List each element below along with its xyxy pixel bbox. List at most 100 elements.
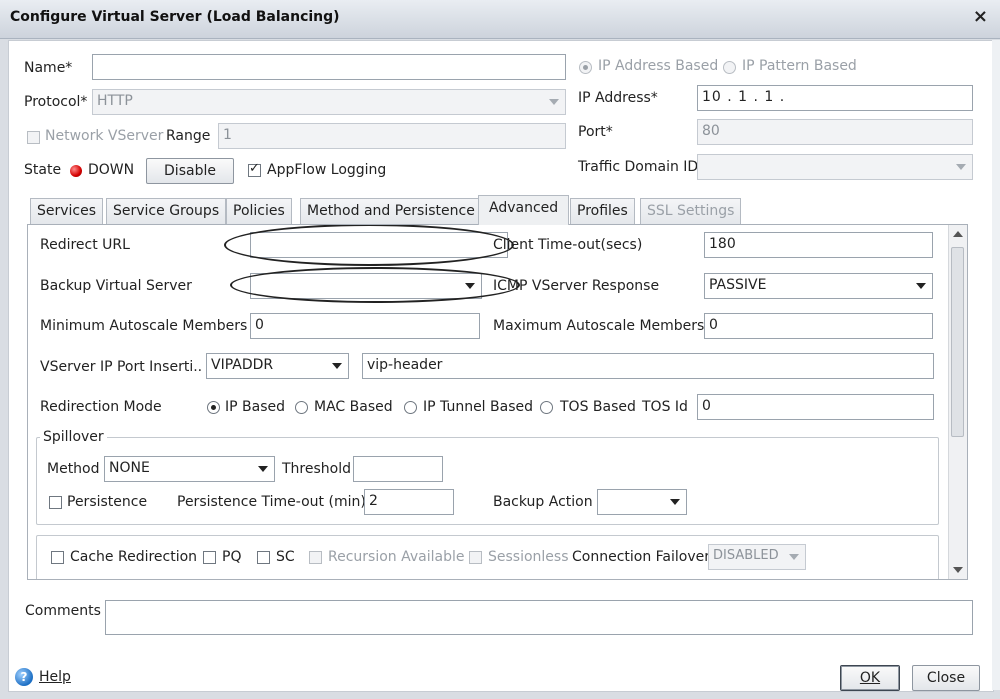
mode-ip-tunnel-based-radio[interactable] [404,401,417,414]
chevron-down-icon [332,363,342,369]
spillover-legend: Spillover [40,429,107,445]
ip-address-label: IP Address* [578,90,658,106]
chevron-down-icon [789,554,799,560]
tab-services[interactable]: Services [30,198,104,224]
configure-vserver-dialog: Configure Virtual Server (Load Balancing… [0,0,1000,699]
background-edge [992,40,1000,690]
panel-scrollbar[interactable] [948,225,967,579]
network-vserver-checkbox[interactable] [27,131,40,144]
mode-mac-based-label: MAC Based [314,399,393,415]
ip-address-input[interactable]: 10 . 1 . 1 . [697,85,973,111]
status-dot-icon [70,165,82,177]
name-input[interactable] [92,54,566,80]
client-timeout-label: Client Time-out(secs) [493,237,643,253]
max-autoscale-label: Maximum Autoscale Members [493,318,705,334]
pq-checkbox[interactable] [203,551,216,564]
spillover-method-label: Method [47,461,100,477]
vserver-ip-port-label: VServer IP Port Inserti... [40,359,202,375]
cache-redirection-label: Cache Redirection [70,549,198,565]
ip-pattern-based-label: IP Pattern Based [742,58,857,74]
appflow-checkbox[interactable] [248,161,261,177]
persistence-timeout-label: Persistence Time-out (min) [177,494,366,510]
connection-failover-select[interactable]: DISABLED [708,544,806,570]
disable-button[interactable]: Disable [146,158,234,184]
vserver-ip-port-value: VIPADDR [211,357,274,373]
threshold-label: Threshold [282,461,351,477]
traffic-domain-label: Traffic Domain ID [578,159,699,175]
protocol-label: Protocol* [24,94,88,110]
name-label: Name* [24,60,73,76]
min-autoscale-label: Minimum Autoscale Members [40,318,248,334]
dialog-title: Configure Virtual Server (Load Balancing… [10,9,340,25]
icmp-response-select[interactable]: PASSIVE [704,273,933,299]
sessionless-checkbox[interactable] [469,551,482,564]
tab-advanced[interactable]: Advanced [478,195,570,225]
sessionless-label: Sessionless [488,549,569,565]
network-vserver-label: Network VServer [45,128,164,144]
chevron-down-icon [670,499,680,505]
client-timeout-input[interactable]: 180 [704,232,933,258]
sc-checkbox[interactable] [257,551,270,564]
threshold-input[interactable] [353,456,443,482]
protocol-select[interactable]: HTTP [92,89,566,115]
chevron-down-icon [258,466,268,472]
annotation-ellipse [230,267,520,303]
sc-label: SC [276,549,295,565]
vserver-ip-port-select[interactable]: VIPADDR [206,353,349,379]
mode-ip-based-radio[interactable] [207,401,220,414]
scroll-up-icon[interactable] [953,231,963,237]
chevron-down-icon [916,283,926,289]
port-input[interactable]: 80 [697,119,973,145]
mode-tos-based-label: TOS Based [560,399,636,415]
tab-service-groups[interactable]: Service Groups [106,198,227,224]
tab-ssl-settings[interactable]: SSL Settings [640,198,742,224]
icmp-response-label: ICMP VServer Response [493,278,660,294]
title-bar[interactable]: Configure Virtual Server (Load Balancing… [0,0,1000,39]
backup-action-select[interactable] [597,489,687,515]
vip-header-input[interactable]: vip-header [362,353,934,379]
close-button[interactable]: Close [912,665,980,691]
range-label: Range [166,128,211,144]
spillover-method-select[interactable]: NONE [104,456,275,482]
traffic-domain-select[interactable] [697,154,973,180]
annotation-ellipse [224,225,514,266]
recursion-label: Recursion Available [328,549,465,565]
tos-id-input[interactable]: 0 [697,394,934,420]
scroll-thumb[interactable] [951,247,964,437]
persistence-timeout-input[interactable]: 2 [364,489,454,515]
spillover-method-value: NONE [109,460,150,476]
pq-label: PQ [222,549,242,565]
ip-pattern-based-radio[interactable] [723,61,736,74]
cache-redirection-checkbox[interactable] [51,551,64,564]
mode-mac-based-radio[interactable] [295,401,308,414]
mode-ip-tunnel-based-label: IP Tunnel Based [423,399,533,415]
max-autoscale-input[interactable]: 0 [704,313,933,339]
ok-button[interactable]: OK [840,665,900,691]
close-icon[interactable]: × [973,6,988,27]
help-icon[interactable]: ? [15,668,33,686]
help-link[interactable]: Help [39,669,71,685]
mode-tos-based-radio[interactable] [540,401,553,414]
appflow-label: AppFlow Logging [267,162,387,178]
comments-label: Comments [25,603,101,619]
tab-method-and-persistence[interactable]: Method and Persistence [300,198,482,224]
scroll-down-icon[interactable] [953,567,963,573]
backup-vserver-label: Backup Virtual Server [40,278,192,294]
icmp-response-value: PASSIVE [709,277,767,293]
connection-failover-label: Connection Failover [572,549,711,565]
min-autoscale-input[interactable]: 0 [250,313,480,339]
tos-id-label: TOS Id [642,399,688,415]
recursion-checkbox[interactable] [309,551,322,564]
chevron-down-icon [549,99,559,105]
backup-action-label: Backup Action [493,494,593,510]
comments-input[interactable] [105,600,973,635]
chevron-down-icon [956,164,966,170]
tab-policies[interactable]: Policies [226,198,292,224]
ip-address-based-radio[interactable] [579,61,592,74]
redirect-url-label: Redirect URL [40,237,130,253]
tab-profiles[interactable]: Profiles [570,198,635,224]
redirection-mode-label: Redirection Mode [40,399,162,415]
persistence-checkbox[interactable] [49,496,62,509]
protocol-value: HTTP [97,93,133,109]
range-input[interactable]: 1 [218,123,566,149]
